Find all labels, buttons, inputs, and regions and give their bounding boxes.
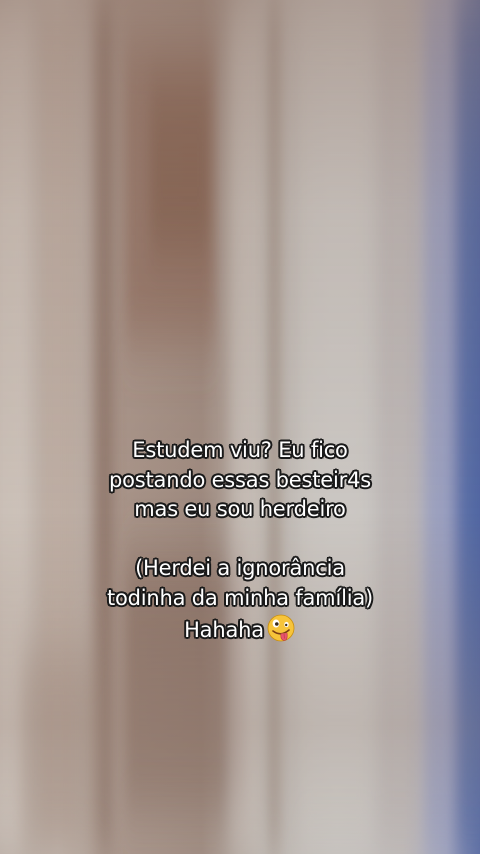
caption-laugh-text: Hahaha <box>184 618 264 642</box>
caption-line: mas eu sou herdeiro <box>134 497 346 521</box>
caption-line: postando essas besteir4s <box>109 467 371 492</box>
caption-line: todinha da minha família) <box>106 585 374 610</box>
caption-text: Estudem viu? Eu fico postando essas best… <box>40 436 440 646</box>
caption-line: (Herdei a ignorância <box>135 556 345 580</box>
caption-last-line: Hahaha <box>40 613 440 646</box>
caption-line: Estudem viu? Eu fico <box>132 438 348 462</box>
video-frame: Estudem viu? Eu fico postando essas best… <box>0 0 480 854</box>
blurred-background-image <box>0 0 480 854</box>
zany-face-emoji-icon <box>266 613 296 643</box>
